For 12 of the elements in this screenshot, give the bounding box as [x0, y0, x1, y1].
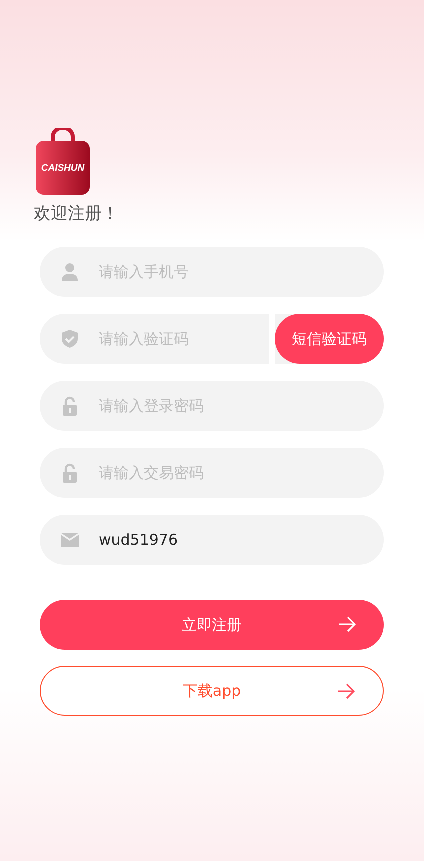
arrow-right-icon	[337, 683, 356, 700]
arrow-right-icon	[338, 616, 357, 634]
lock-icon	[60, 396, 80, 416]
welcome-title: 欢迎注册！	[34, 203, 120, 226]
lock-icon	[60, 463, 80, 484]
sms-code-button[interactable]: 短信验证码	[275, 314, 384, 364]
logo: CAISHUN	[36, 128, 90, 195]
person-icon	[60, 262, 80, 282]
register-button[interactable]: 立即注册	[40, 600, 384, 650]
shield-check-icon	[60, 329, 80, 350]
input-field[interactable]: wud51976	[40, 515, 384, 566]
download-app-button[interactable]: 下载app	[40, 666, 384, 716]
